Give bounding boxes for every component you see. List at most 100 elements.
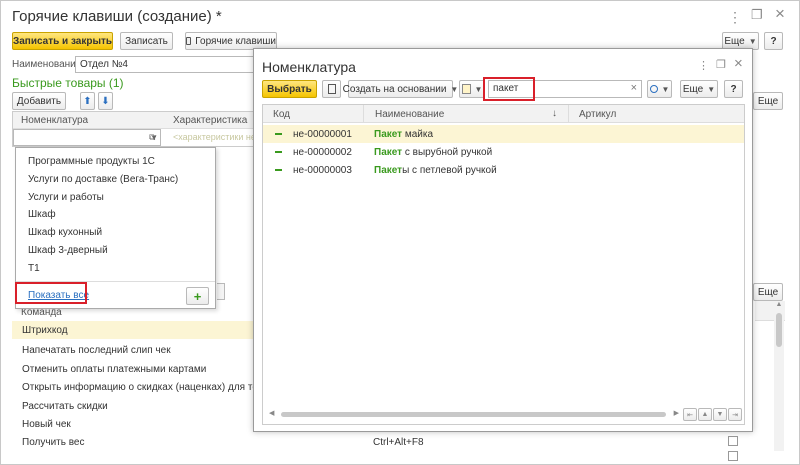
create-based-button[interactable]: Создать на основании ▼ [343, 80, 458, 98]
dropdown-item[interactable]: Услуги и работы [28, 188, 104, 206]
popup-more-icon[interactable]: ⋮ [698, 59, 709, 72]
plus-icon: + [193, 288, 202, 304]
table-row[interactable]: Получить вес [12, 433, 257, 451]
save-close-label: Записать и закрыть [12, 35, 113, 47]
item-dash-icon [275, 151, 282, 153]
col-item-header: Номенклатура [21, 115, 89, 126]
item-dash-icon [275, 169, 282, 171]
char-placeholder: <характеристики не и [173, 132, 264, 142]
more-actions-icon[interactable]: ⋮ [728, 9, 742, 26]
bg-button-fragment [217, 283, 225, 300]
move-down-button[interactable]: ⬇ [98, 92, 113, 110]
popup-help-label: ? [730, 83, 737, 95]
col-code-header[interactable]: Код [273, 109, 290, 120]
scroll-right-icon[interactable]: ▶ [674, 409, 679, 417]
restore-icon[interactable]: ❐ [751, 7, 763, 23]
bg-more-button-2[interactable]: Еще [753, 283, 783, 301]
search-highlight [483, 77, 535, 101]
more-label: Еще [724, 35, 745, 47]
list-icon [327, 84, 336, 94]
scroll-up-icon[interactable]: ▲ [774, 301, 784, 308]
arrow-down-icon: ⬇ [101, 95, 110, 107]
nomenclature-popup: Номенклатура ⋮ ❐ × Выбрать Создать на ос… [253, 48, 753, 432]
dropdown-item[interactable]: Т1 [28, 259, 40, 277]
chevron-down-icon: ▼ [450, 84, 459, 94]
h-scroll-thumb[interactable] [281, 412, 666, 417]
select-button[interactable]: Выбрать [262, 80, 317, 98]
checkbox[interactable] [728, 451, 738, 461]
table-row[interactable]: Отменить оплаты платежными картами [12, 360, 257, 378]
nav-up-button[interactable]: ▲ [698, 408, 712, 421]
scroll-left-icon[interactable]: ◀ [269, 409, 274, 417]
bg-more-label: Еще [757, 95, 779, 107]
save-close-button[interactable]: Записать и закрыть [12, 32, 113, 50]
dropdown-item[interactable]: Программные продукты 1С [28, 152, 155, 170]
name-label: Наименование: [12, 59, 85, 70]
col-char-header: Характеристика [173, 115, 248, 126]
popup-more-button[interactable]: Еще ▼ [680, 80, 718, 98]
arrow-up-icon: ⬆ [83, 95, 92, 107]
commands-table: Штрихкод Напечатать последний слип чек О… [12, 321, 257, 459]
help-button[interactable]: ? [764, 32, 783, 50]
hotkey-value: Ctrl+Alt+F8 [373, 437, 424, 448]
nav-first-button[interactable]: ⇤ [683, 408, 697, 421]
clear-icon[interactable]: × [631, 82, 637, 94]
goods-table: Номенклатура Характеристика ▼ ⧉ <характе… [12, 111, 263, 147]
name-field[interactable]: Отдел №4 [75, 56, 255, 73]
item-input[interactable]: ▼ [13, 129, 161, 146]
table-row[interactable]: Новый чек [12, 415, 257, 433]
checkbox[interactable] [728, 436, 738, 446]
move-up-button[interactable]: ⬆ [80, 92, 95, 110]
bg-more-button[interactable]: Еще [753, 92, 783, 110]
show-all-highlight [15, 282, 87, 304]
open-item-icon[interactable]: ⧉ [149, 132, 155, 143]
popup-title: Номенклатура [262, 59, 356, 75]
bg-more-label-2: Еще [757, 286, 779, 298]
horizontal-scrollbar[interactable]: ◀ ▶ [269, 410, 679, 419]
select-label: Выбрать [267, 83, 312, 95]
table-row[interactable]: не-00000003 Пакеты с петлевой ручкой [263, 161, 744, 179]
popup-more-label: Еще [682, 83, 704, 95]
list-view-button[interactable] [322, 80, 341, 98]
table-row[interactable]: Штрихкод [12, 321, 257, 339]
popup-help-button[interactable]: ? [724, 80, 743, 98]
add-button[interactable]: Добавить [12, 92, 66, 110]
search-icon [649, 85, 658, 93]
dropdown-add-button[interactable]: + [186, 287, 209, 305]
scrollbar[interactable]: ▲ [774, 301, 784, 451]
table-row[interactable]: Напечатать последний слип чек [12, 341, 257, 359]
printer-icon [186, 37, 192, 45]
popup-table: Код Наименование ↓ Артикул не-00000001 П… [262, 104, 745, 425]
popup-restore-icon[interactable]: ❐ [716, 58, 726, 71]
report-icon [461, 84, 471, 94]
quick-goods-title: Быстрые товары (1) [12, 76, 124, 90]
table-row[interactable]: не-00000002 Пакет с вырубной ручкой [263, 143, 744, 161]
report-button[interactable]: ▼ [459, 80, 485, 98]
nav-down-button[interactable]: ▼ [713, 408, 727, 421]
window-title: Горячие клавиши (создание) * [12, 8, 222, 25]
nav-last-button[interactable]: ⇥ [728, 408, 742, 421]
close-icon[interactable]: × [775, 4, 785, 24]
create-based-label: Создать на основании [342, 83, 447, 95]
save-label: Записать [125, 35, 168, 47]
save-button[interactable]: Записать [120, 32, 173, 50]
dropdown-item[interactable]: Шкаф 3-дверный [28, 241, 108, 259]
search-button[interactable]: ▼ [647, 80, 672, 98]
sort-arrow-icon: ↓ [552, 108, 557, 119]
table-row[interactable]: Рассчитать скидки [12, 397, 257, 415]
item-dash-icon [275, 133, 282, 135]
chevron-down-icon: ▼ [661, 84, 670, 94]
help-label: ? [770, 35, 777, 47]
hotkeys-label: Горячие клавиши [195, 35, 276, 47]
col-article-header[interactable]: Артикул [579, 109, 616, 120]
chevron-down-icon: ▼ [748, 36, 757, 46]
col-name-header[interactable]: Наименование [375, 109, 444, 120]
popup-close-icon[interactable]: × [734, 55, 743, 72]
table-row[interactable]: не-00000001 Пакет майка [263, 125, 744, 143]
scroll-thumb[interactable] [776, 313, 782, 347]
add-label: Добавить [16, 95, 62, 107]
dropdown-item[interactable]: Шкаф [28, 205, 56, 223]
table-row[interactable]: Открыть информацию о скидках (наценках) … [12, 378, 257, 396]
dropdown-item[interactable]: Шкаф кухонный [28, 223, 102, 241]
dropdown-item[interactable]: Услуги по доставке (Вега-Транс) [28, 170, 178, 188]
